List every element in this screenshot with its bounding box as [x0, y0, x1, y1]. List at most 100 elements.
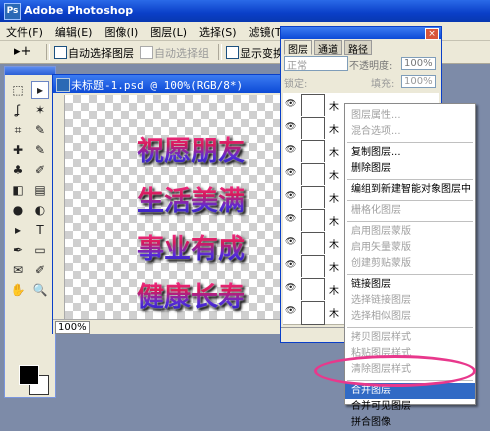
context-menu-item[interactable]: 混合选项...: [345, 124, 475, 140]
slice-icon[interactable]: ✎: [31, 121, 49, 139]
foreground-color-swatch[interactable]: [19, 365, 39, 385]
type-icon[interactable]: T: [31, 221, 49, 239]
context-menu-item[interactable]: 粘贴图层样式: [345, 346, 475, 362]
menu-file[interactable]: 文件(F): [0, 22, 49, 40]
eye-icon[interactable]: 👁: [285, 260, 296, 270]
context-menu-item[interactable]: 图层属性...: [345, 108, 475, 124]
move-tool-preset-icon[interactable]: ▸+: [14, 44, 31, 59]
stamp-icon[interactable]: ♣: [9, 161, 27, 179]
auto-select-group-checkbox[interactable]: [140, 46, 153, 59]
document-window: 未标题-1.psd @ 100%(RGB/8*) 祝愿朋友 生活美满 事业有成 …: [52, 74, 298, 334]
eye-icon[interactable]: 👁: [285, 306, 296, 316]
gradient-icon[interactable]: ▤: [31, 181, 49, 199]
close-icon[interactable]: ×: [425, 28, 439, 40]
menu-image[interactable]: 图像(I): [98, 22, 144, 40]
dodge-icon[interactable]: ◐: [31, 201, 49, 219]
vertical-ruler: [53, 95, 65, 319]
canvas[interactable]: 祝愿朋友 生活美满 事业有成 健康长寿: [65, 95, 297, 319]
context-menu-item[interactable]: 选择链接图层: [345, 293, 475, 309]
menu-separator: [347, 380, 473, 381]
document-icon: [56, 78, 70, 92]
pen-icon[interactable]: ✒: [9, 241, 27, 259]
context-menu-item[interactable]: 合并可见图层: [345, 399, 475, 415]
toolbox-header: [5, 67, 55, 75]
eye-icon[interactable]: 👁: [285, 99, 296, 109]
context-menu-item[interactable]: 栅格化图层: [345, 203, 475, 219]
context-menu-item[interactable]: 选择相似图层: [345, 309, 475, 325]
layer-thumbnail: [301, 94, 325, 118]
auto-select-group-label: 自动选择组: [154, 47, 209, 60]
toolbox: ⬚ ▸ ʆ ✶ ⌗ ✎ ✚ ✎ ♣ ✐ ◧ ▤ ● ◐ ▸ T ✒ ▭ ✉ ✐ ✋ 🔍: [4, 66, 56, 398]
eye-icon[interactable]: 👁: [285, 214, 296, 224]
path-select-icon[interactable]: ▸: [9, 221, 27, 239]
context-menu-item[interactable]: 启用图层蒙版: [345, 224, 475, 240]
layer-name: 木: [329, 194, 339, 205]
context-menu-item[interactable]: 拼合图像: [345, 415, 475, 431]
context-menu-item[interactable]: 创建剪贴蒙版: [345, 256, 475, 272]
show-transform-checkbox[interactable]: [226, 46, 239, 59]
menu-layer[interactable]: 图层(L): [144, 22, 193, 40]
fill-field[interactable]: 100%: [401, 75, 436, 88]
menu-separator: [347, 327, 473, 328]
eraser-icon[interactable]: ◧: [9, 181, 27, 199]
text-line-4: 健康长寿: [137, 275, 245, 314]
menu-separator: [347, 179, 473, 180]
crop-icon[interactable]: ⌗: [9, 121, 27, 139]
tab-channels[interactable]: 通道: [314, 40, 342, 56]
menu-separator: [347, 200, 473, 201]
notes-icon[interactable]: ✉: [9, 261, 27, 279]
layer-name: 木: [329, 286, 339, 297]
blend-mode-select[interactable]: 正常: [284, 56, 348, 72]
layer-name: 木: [329, 263, 339, 274]
tab-layers[interactable]: 图层: [284, 40, 312, 56]
blur-icon[interactable]: ●: [9, 201, 27, 219]
brush-icon[interactable]: ✎: [31, 141, 49, 159]
eye-icon[interactable]: 👁: [285, 168, 296, 178]
healing-icon[interactable]: ✚: [9, 141, 27, 159]
eye-icon[interactable]: 👁: [285, 191, 296, 201]
layer-name: 木: [329, 171, 339, 182]
eye-icon[interactable]: 👁: [285, 283, 296, 293]
tab-paths[interactable]: 路径: [344, 40, 372, 56]
context-menu-item[interactable]: 合并图层: [345, 383, 475, 399]
eye-icon[interactable]: 👁: [285, 145, 296, 155]
eye-icon[interactable]: 👁: [285, 237, 296, 247]
zoom-field[interactable]: 100%: [55, 321, 90, 334]
layer-name: 木: [329, 102, 339, 113]
text-line-2: 生活美满: [137, 179, 245, 218]
context-menu-item[interactable]: 拷贝图层样式: [345, 330, 475, 346]
document-title: 未标题-1.psd @ 100%(RGB/8*): [71, 79, 244, 92]
layer-thumbnail: [301, 278, 325, 302]
magic-wand-icon[interactable]: ✶: [31, 101, 49, 119]
history-brush-icon[interactable]: ✐: [31, 161, 49, 179]
photoshop-logo-icon: Ps: [4, 3, 21, 20]
layer-thumbnail: [301, 209, 325, 233]
lasso-icon[interactable]: ʆ: [9, 101, 27, 119]
layer-name: 木: [329, 240, 339, 251]
menu-select[interactable]: 选择(S): [193, 22, 243, 40]
eye-icon[interactable]: 👁: [285, 122, 296, 132]
context-menu-item[interactable]: 复制图层...: [345, 145, 475, 161]
zoom-icon[interactable]: 🔍: [31, 281, 49, 299]
hand-icon[interactable]: ✋: [9, 281, 27, 299]
layer-context-menu: 图层属性... 混合选项... 复制图层... 删除图层编组到新建智能对象图层中 栅格化…: [344, 103, 476, 428]
opacity-field[interactable]: 100%: [401, 57, 436, 70]
context-menu-item[interactable]: 清除图层样式: [345, 362, 475, 378]
layers-tabs: 图层 通道 路径: [281, 40, 441, 56]
move-icon[interactable]: ▸: [31, 81, 49, 99]
app-title-bar: Ps Adobe Photoshop: [0, 0, 490, 22]
fill-label: 填充:: [371, 79, 395, 90]
menu-edit[interactable]: 编辑(E): [49, 22, 99, 40]
marquee-icon[interactable]: ⬚: [9, 81, 27, 99]
context-menu-item[interactable]: 编组到新建智能对象图层中: [345, 182, 475, 198]
context-menu-item[interactable]: 删除图层: [345, 161, 475, 177]
context-menu-item[interactable]: 链接图层: [345, 277, 475, 293]
eyedropper-icon[interactable]: ✐: [31, 261, 49, 279]
layers-palette-header: ×: [281, 27, 441, 40]
layer-name: 木: [329, 309, 339, 320]
menu-separator: [347, 274, 473, 275]
layer-thumbnail: [301, 140, 325, 164]
shape-icon[interactable]: ▭: [31, 241, 49, 259]
auto-select-layer-checkbox[interactable]: [54, 46, 67, 59]
context-menu-item[interactable]: 启用矢量蒙版: [345, 240, 475, 256]
